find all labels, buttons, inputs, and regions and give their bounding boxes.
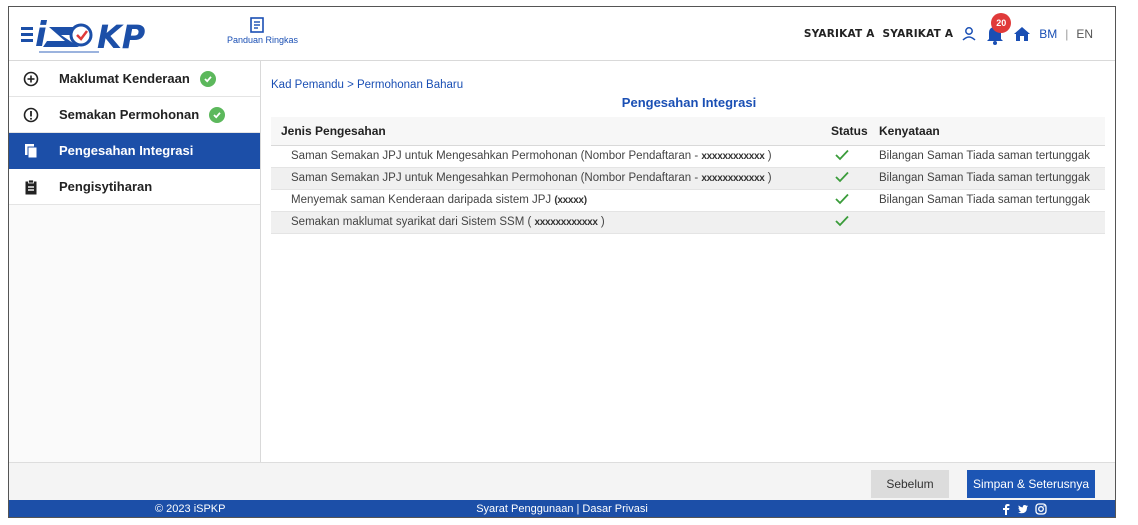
notification-count-badge: 20 <box>991 13 1012 33</box>
sidebar-item-label: Pengisytiharan <box>59 179 153 194</box>
remarks-cell: Bilangan Saman Tiada saman tertunggak <box>879 189 1105 212</box>
svg-text:i: i <box>35 15 48 55</box>
sidebar-item-semakan-permohonan[interactable]: Semakan Permohonan <box>9 97 260 133</box>
check-type-cell: Saman Semakan JPJ untuk Mengesahkan Perm… <box>271 167 831 190</box>
table-row: Semakan maklumat syarikat dari Sistem SS… <box>271 211 1105 234</box>
check-type-cell: Saman Semakan JPJ untuk Mengesahkan Perm… <box>271 145 831 168</box>
table-row: Saman Semakan JPJ untuk Mengesahkan Perm… <box>271 145 1105 168</box>
table-row: Menyemak saman Kenderaan daripada sistem… <box>271 189 1105 212</box>
check-type-text: Menyemak saman Kenderaan daripada sistem… <box>291 194 555 206</box>
terms-privacy-links[interactable]: Syarat Penggunaan | Dasar Privasi <box>9 503 1115 515</box>
instagram-icon[interactable] <box>1035 503 1047 515</box>
check-type-suffix: ) <box>764 172 772 184</box>
masked-value: xxxxxxxxxxxx <box>701 173 765 184</box>
sidebar-item-label: Maklumat Kenderaan <box>59 71 190 86</box>
user-icon[interactable] <box>961 26 977 42</box>
ispkp-logo[interactable]: i KP <box>21 13 221 55</box>
column-header-type: Jenis Pengesahan <box>271 117 831 146</box>
form-action-bar: Sebelum Simpan & Seterusnya <box>9 462 1115 500</box>
masked-value: (xxxxx) <box>554 195 587 206</box>
integration-check-table: Jenis Pengesahan Status Kenyataan Saman … <box>271 117 1105 234</box>
main-content: Kad Pemandu > Permohonan Baharu Pengesah… <box>261 61 1115 462</box>
sidebar-item-pengesahan-integrasi[interactable]: Pengesahan Integrasi <box>9 133 260 169</box>
breadcrumb[interactable]: Kad Pemandu > Permohonan Baharu <box>271 79 463 91</box>
check-type-text: Saman Semakan JPJ untuk Mengesahkan Perm… <box>291 150 702 162</box>
column-header-status: Status <box>831 117 879 146</box>
svg-text:KP: KP <box>97 18 146 55</box>
clipboard-icon <box>23 179 39 195</box>
masked-value: xxxxxxxxxxxx <box>534 217 598 228</box>
column-header-remarks: Kenyataan <box>879 117 1105 146</box>
remarks-cell: Bilangan Saman Tiada saman tertunggak <box>879 167 1105 190</box>
check-mark-icon <box>835 215 849 230</box>
masked-value: xxxxxxxxxxxx <box>701 151 765 162</box>
book-icon <box>250 17 264 33</box>
twitter-icon[interactable] <box>1017 503 1029 515</box>
check-mark-icon <box>835 193 849 208</box>
company-name-1: SYARIKAT A <box>803 28 875 40</box>
top-header: i KP Panduan Ringkas SYARIKAT A SYARIKAT… <box>9 7 1115 61</box>
save-and-continue-button[interactable]: Simpan & Seterusnya <box>967 470 1095 498</box>
table-header-row: Jenis Pengesahan Status Kenyataan <box>271 117 1105 146</box>
lang-bm-link[interactable]: BM <box>1039 27 1057 41</box>
check-type-cell: Semakan maklumat syarikat dari Sistem SS… <box>271 211 831 234</box>
sidebar-item-pengisytiharan[interactable]: Pengisytiharan <box>9 169 260 205</box>
info-circle-icon <box>23 107 39 123</box>
sidebar-item-label: Semakan Permohonan <box>59 107 200 122</box>
app-frame: i KP Panduan Ringkas SYARIKAT A SYARIKAT… <box>8 6 1116 518</box>
facebook-icon[interactable] <box>1001 503 1011 515</box>
notifications-button[interactable]: 20 <box>985 13 1012 45</box>
status-cell <box>831 189 879 212</box>
quick-guide-link[interactable]: Panduan Ringkas <box>227 17 299 57</box>
check-type-suffix: ) <box>597 216 605 228</box>
header-actions: SYARIKAT A SYARIKAT A 20 BM | EN <box>803 13 1093 47</box>
status-cell <box>831 167 879 190</box>
remarks-cell: Bilangan Saman Tiada saman tertunggak <box>879 145 1105 168</box>
step-sidebar: Maklumat Kenderaan Semakan Permohonan Pe… <box>9 61 261 462</box>
check-mark-icon <box>835 149 849 164</box>
copy-document-icon <box>23 143 39 159</box>
previous-button[interactable]: Sebelum <box>871 470 949 498</box>
status-cell <box>831 211 879 234</box>
company-name-2: SYARIKAT A <box>882 28 954 40</box>
sidebar-item-label: Pengesahan Integrasi <box>59 143 194 158</box>
site-footer: © 2023 iSPKP Syarat Penggunaan | Dasar P… <box>9 500 1115 517</box>
home-icon[interactable] <box>1013 26 1031 42</box>
status-cell <box>831 145 879 168</box>
social-links <box>1001 503 1047 515</box>
quick-guide-label: Panduan Ringkas <box>227 35 299 45</box>
lang-en-link[interactable]: EN <box>1076 27 1093 41</box>
completed-check-icon <box>199 70 216 87</box>
plus-circle-icon <box>23 71 39 87</box>
table-row: Saman Semakan JPJ untuk Mengesahkan Perm… <box>271 167 1105 190</box>
lang-separator: | <box>1065 27 1069 41</box>
remarks-cell <box>879 211 1105 234</box>
sidebar-item-maklumat-kenderaan[interactable]: Maklumat Kenderaan <box>9 61 260 97</box>
check-type-cell: Menyemak saman Kenderaan daripada sistem… <box>271 189 831 212</box>
completed-check-icon <box>209 106 226 123</box>
check-type-suffix: ) <box>764 150 772 162</box>
page-title: Pengesahan Integrasi <box>621 95 757 110</box>
check-mark-icon <box>835 171 849 186</box>
check-type-text: Saman Semakan JPJ untuk Mengesahkan Perm… <box>291 172 702 184</box>
check-type-text: Semakan maklumat syarikat dari Sistem SS… <box>291 216 535 228</box>
